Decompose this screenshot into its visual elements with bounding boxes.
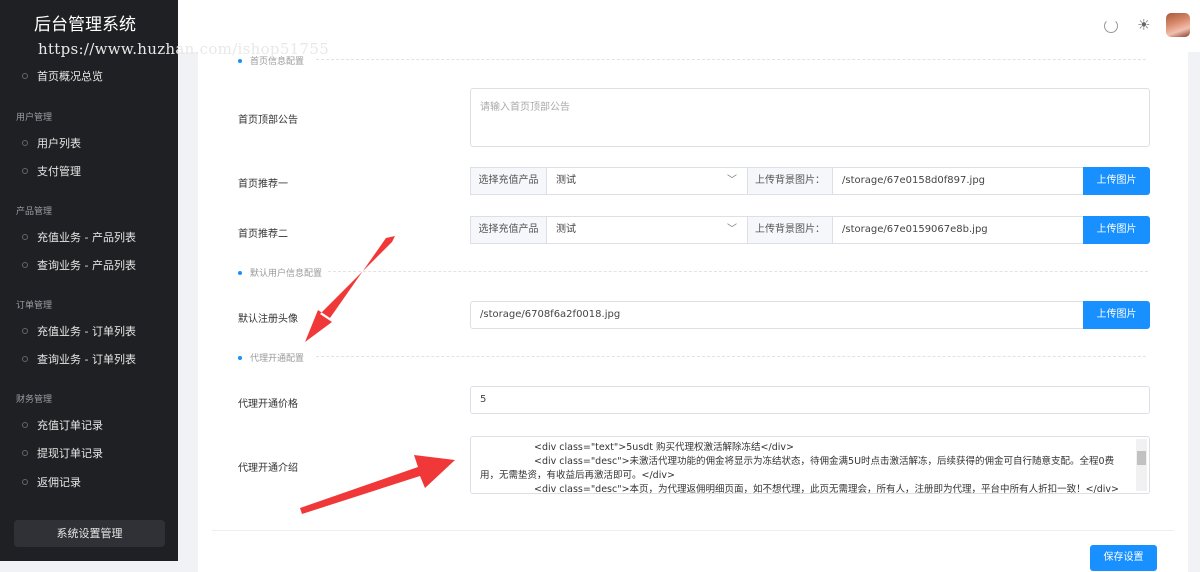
red-arrow-1 <box>305 236 395 342</box>
red-arrow-2 <box>300 455 455 514</box>
annotation-arrows <box>300 236 455 514</box>
watermark: https://www.huzhan.com/ishop51755 <box>38 40 330 58</box>
